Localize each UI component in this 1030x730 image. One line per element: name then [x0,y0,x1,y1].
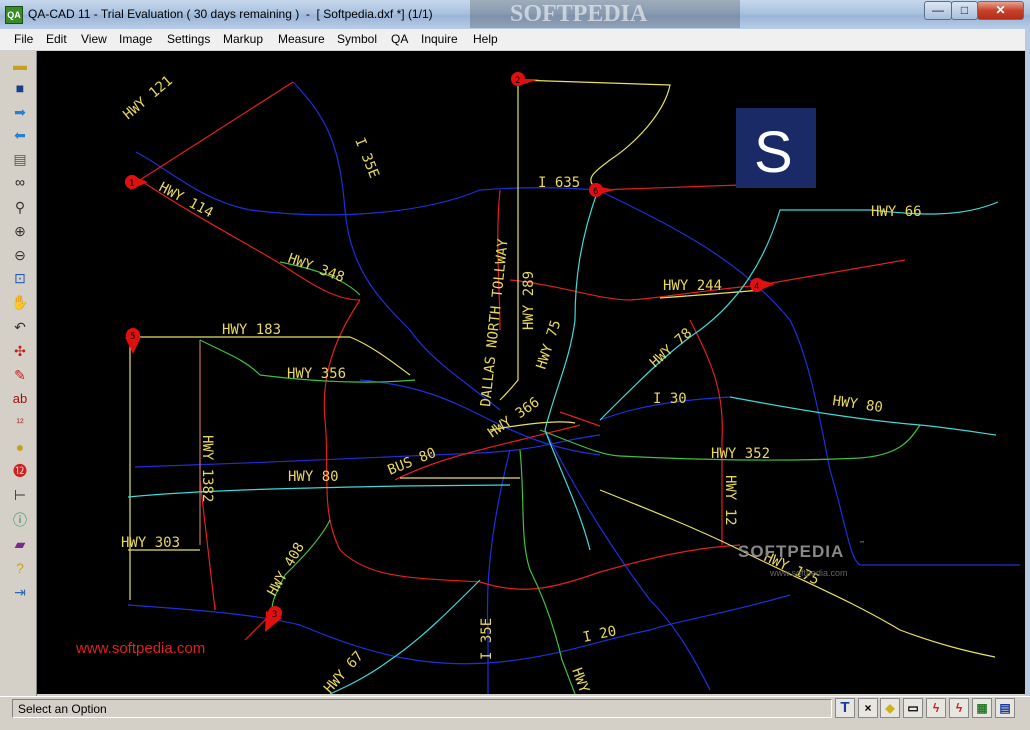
softpedia-url: www.softpedia.com [75,640,205,657]
info-icon[interactable]: ⓘ [9,509,31,531]
marker-3-label: 3 [272,610,277,620]
grid-button[interactable]: ▦ [972,698,992,718]
save-disk-icon[interactable]: ■ [9,77,31,99]
marker-4-label: 4 [754,282,759,292]
label-hwy-303: HWY 303 [121,535,180,551]
logo-box: S [736,108,816,188]
label-hwy-1382: HWY 1382 [199,435,215,502]
pencil-icon[interactable]: ✎ [9,364,31,386]
zoom-out-icon[interactable]: ⊖ [9,244,31,266]
label-hwy-183: HWY 183 [222,322,281,338]
menu-bar: File Edit View Image Settings Markup Mea… [0,29,1030,51]
label-hwy-partial: HWY [568,666,592,694]
label-hwy-80-west: HWY 80 [288,469,339,485]
help-icon[interactable]: ? [9,557,31,579]
snap-button[interactable]: ϟ [926,698,946,718]
window-border [1025,29,1030,729]
menu-symbol[interactable]: Symbol [337,32,377,46]
menu-measure[interactable]: Measure [278,32,325,46]
logo-letter: S [754,120,793,185]
exit-icon[interactable]: ⇥ [9,581,31,603]
back-arrow-icon[interactable]: ⬅ [9,124,31,146]
window-title: QA-CAD 11 - Trial Evaluation ( 30 days r… [28,7,433,21]
numbering-icon[interactable]: ¹² [9,412,31,434]
label-i-635: I 635 [538,175,580,191]
softpedia-url-small: www.softpedia.com [769,568,848,578]
label-i-20: I 20 [582,623,618,646]
move-icon[interactable]: ✣ [9,340,31,362]
layer-button[interactable]: ◆ [880,698,900,718]
label-hwy-348: HWY 348 [286,251,347,286]
zoom-in-icon[interactable]: ⊕ [9,220,31,242]
snap-alt-button[interactable]: ϟ [949,698,969,718]
marker-4[interactable]: 4 [750,278,775,292]
label-hwy-66: HWY 66 [871,204,922,220]
label-hwy-352: HWY 352 [711,446,770,462]
open-folder-icon[interactable]: ▬ [9,54,31,76]
label-hwy-289: HWY 289 [521,271,537,330]
label-hwy-244: HWY 244 [663,278,722,294]
status-message: Select an Option [12,699,832,718]
display-button[interactable]: ▤ [995,698,1015,718]
zoom-window-icon[interactable]: ⊡ [9,267,31,289]
menu-help[interactable]: Help [473,32,498,46]
binoculars-icon[interactable]: ∞ [9,171,31,193]
label-hwy-121: HWY 121 [120,73,175,123]
label-hwy-114: HWY 114 [156,179,216,221]
marker-3[interactable]: 3 [265,606,282,632]
drawing-canvas[interactable]: 1 2 3 4 5 6 HWY 121 I 35E HWY 114 I 635 … [37,51,1025,694]
label-hwy-75: HWY 75 [534,318,565,371]
cancel-tool-button[interactable]: × [858,698,878,718]
text-ab-icon[interactable]: ab [9,388,31,410]
app-icon[interactable]: QA [5,6,23,24]
label-hwy-12: HWY 12 [722,475,738,526]
undo-icon[interactable]: ↶ [9,316,31,338]
label-hwy-80-east: HWY 80 [831,393,883,416]
label-bus-80: BUS 80 [386,445,439,479]
title-bar[interactable]: QA SOFTPEDIA QA-CAD 11 - Trial Evaluatio… [0,0,1030,29]
book-icon[interactable]: ▰ [9,533,31,555]
menu-qa[interactable]: QA [391,32,408,46]
dimension-icon[interactable]: ⊢ [9,484,31,506]
text-tool-button[interactable]: T [835,698,855,718]
label-i-35e-north: I 35E [351,136,382,181]
label-dallas-north-tollway: DALLAS NORTH TOLLWAY [478,238,512,408]
label-i-30: I 30 [653,391,687,407]
label-hwy-356: HWY 356 [287,366,346,382]
status-bar: Select an Option T × ◆ ▭ ϟ ϟ ▦ ▤ [0,696,1030,730]
zoom-icon[interactable]: ⚲ [9,196,31,218]
softpedia-tm: ™ [860,540,864,548]
left-toolbar: ▬ ■ ➡ ⬅ ▤ ∞ ⚲ ⊕ ⊖ ⊡ ✋ ↶ ✣ ✎ ab ¹² ● ⓬ ⊢ … [0,51,37,696]
marker-2-label: 2 [515,76,520,86]
minimize-button[interactable]: — [924,1,952,20]
marker-5[interactable]: 5 [125,328,141,354]
pan-hand-icon[interactable]: ✋ [9,291,31,313]
label-i-35e-south: I 35E [479,618,495,660]
maximize-button[interactable]: □ [951,1,978,20]
forward-arrow-icon[interactable]: ➡ [9,101,31,123]
label-hwy-408: HWY 408 [265,540,308,599]
marker-1-label: 1 [129,179,134,189]
print-icon[interactable]: ▤ [9,148,31,170]
softpedia-watermark: SOFTPEDIA [738,542,844,561]
close-button[interactable]: ✕ [977,1,1024,20]
title-watermark: SOFTPEDIA [470,0,740,28]
menu-inquire[interactable]: Inquire [421,32,458,46]
menu-file[interactable]: File [14,32,33,46]
app-window: QA SOFTPEDIA QA-CAD 11 - Trial Evaluatio… [0,0,1030,730]
frame-button[interactable]: ▭ [903,698,923,718]
menu-settings[interactable]: Settings [167,32,210,46]
menu-image[interactable]: Image [119,32,152,46]
marker-6-label: 6 [593,187,598,197]
label-hwy-78: HWY 78 [647,325,695,371]
bulb-icon[interactable]: ● [9,436,31,458]
marker-6[interactable]: 6 [589,183,615,197]
marker-2[interactable]: 2 [511,72,540,86]
balloon-icon[interactable]: ⓬ [9,460,31,482]
menu-edit[interactable]: Edit [46,32,67,46]
menu-markup[interactable]: Markup [223,32,263,46]
menu-view[interactable]: View [81,32,107,46]
marker-5-label: 5 [130,332,135,342]
